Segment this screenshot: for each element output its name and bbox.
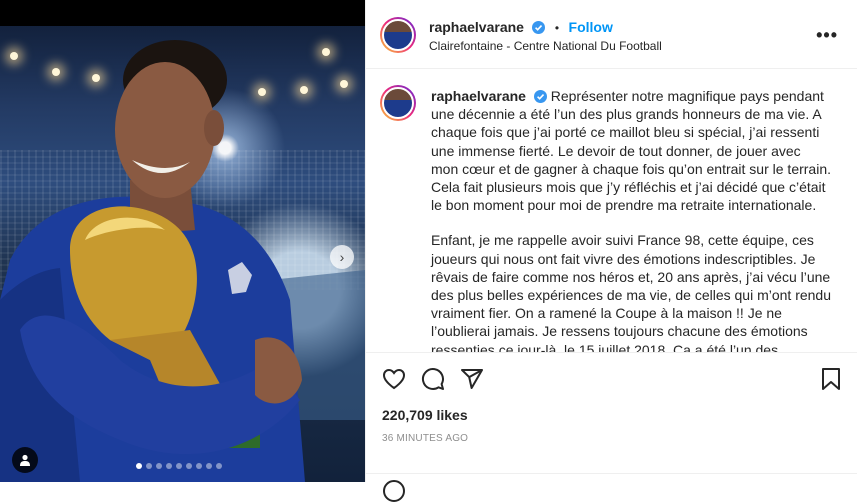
separator-dot: • [554, 21, 560, 35]
carousel-dot [146, 463, 152, 469]
verified-badge-icon [533, 90, 547, 103]
carousel-dot [176, 463, 182, 469]
carousel-dot [156, 463, 162, 469]
add-comment-row[interactable] [366, 473, 857, 502]
carousel-dot [206, 463, 212, 469]
carousel-dot [186, 463, 192, 469]
post-timestamp[interactable]: 36 MINUTES AGO [382, 433, 468, 444]
caption-paragraph-2-text: Enfant, je me rappelle avoir suivi Franc… [431, 232, 832, 352]
player-with-trophy-image [0, 40, 365, 482]
share-icon[interactable] [460, 367, 484, 391]
carousel-dot [216, 463, 222, 469]
post-details-panel: raphaelvarane • Follow Clairefontaine - … [365, 0, 857, 502]
more-options-icon[interactable]: ••• [816, 25, 838, 46]
carousel-dot [166, 463, 172, 469]
avatar[interactable] [380, 17, 416, 53]
media-top-bar [0, 0, 365, 26]
location-link[interactable]: Clairefontaine - Centre National Du Foot… [429, 39, 662, 53]
tagged-users-button[interactable] [12, 447, 38, 473]
verified-badge-icon [532, 21, 546, 34]
caption-avatar[interactable] [380, 85, 416, 121]
caption-scroll-area[interactable]: raphaelvarane Représenter notre magnifiq… [366, 69, 857, 352]
carousel-dot [196, 463, 202, 469]
username-link[interactable]: raphaelvarane [429, 19, 524, 35]
person-icon [20, 454, 30, 466]
carousel-indicator [136, 463, 222, 469]
caption-paragraph: raphaelvarane Représenter notre magnifiq… [431, 87, 831, 214]
post-actions: 220,709 likes 36 MINUTES AGO [366, 352, 857, 502]
post-header: raphaelvarane • Follow Clairefontaine - … [366, 0, 857, 69]
emoji-icon[interactable] [382, 479, 406, 503]
chevron-right-icon: › [339, 249, 345, 265]
caption-username-link[interactable]: raphaelvarane [431, 88, 526, 104]
caption-text: raphaelvarane Représenter notre magnifiq… [431, 87, 831, 352]
heart-icon[interactable] [382, 367, 406, 391]
caption-paragraph: Enfant, je me rappelle avoir suivi Franc… [431, 231, 831, 352]
likes-count[interactable]: 220,709 likes [382, 407, 468, 423]
comment-icon[interactable] [421, 367, 445, 391]
post-media[interactable]: › [0, 0, 365, 482]
header-user-line: raphaelvarane • Follow [429, 19, 613, 37]
follow-button[interactable]: Follow [569, 19, 613, 35]
save-bookmark-icon[interactable] [819, 367, 843, 391]
carousel-next-button[interactable]: › [330, 245, 354, 269]
carousel-dot [136, 463, 142, 469]
caption-paragraph-1-text: Représenter notre magnifique pays pendan… [431, 88, 831, 214]
